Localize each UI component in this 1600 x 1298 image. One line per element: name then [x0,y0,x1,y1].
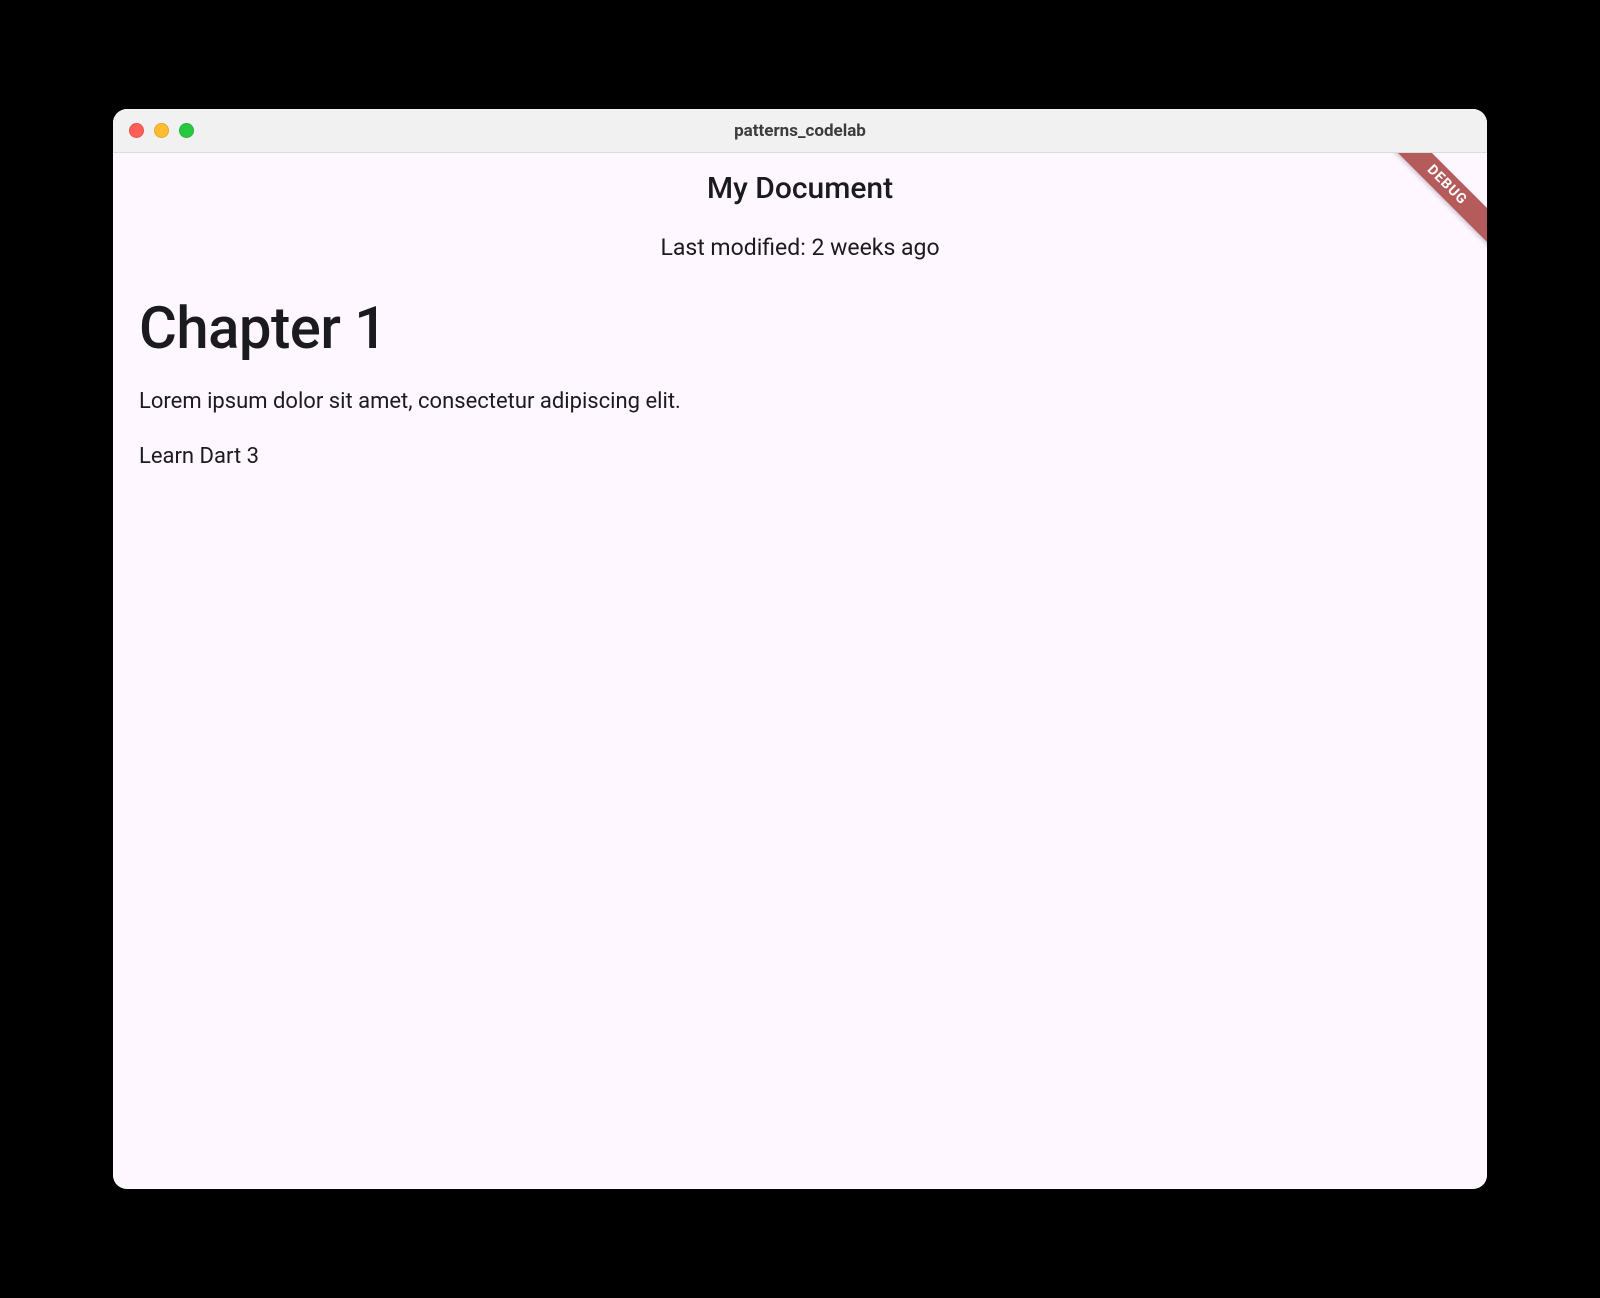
checkbox-item: Learn Dart 3 [139,444,1461,469]
paragraph-text: Lorem ipsum dolor sit amet, consectetur … [139,389,1461,414]
chapter-heading: Chapter 1 [139,295,1461,363]
titlebar: patterns_codelab [113,109,1487,153]
traffic-lights [129,123,194,138]
maximize-button[interactable] [179,123,194,138]
close-button[interactable] [129,123,144,138]
window-title: patterns_codelab [113,121,1487,141]
app-content: DEBUG My Document Last modified: 2 weeks… [113,153,1487,1189]
page-title: My Document [113,153,1487,206]
last-modified-text: Last modified: 2 weeks ago [113,206,1487,261]
document-body: Chapter 1 Lorem ipsum dolor sit amet, co… [113,261,1487,469]
minimize-button[interactable] [154,123,169,138]
app-window: patterns_codelab DEBUG My Document Last … [113,109,1487,1189]
